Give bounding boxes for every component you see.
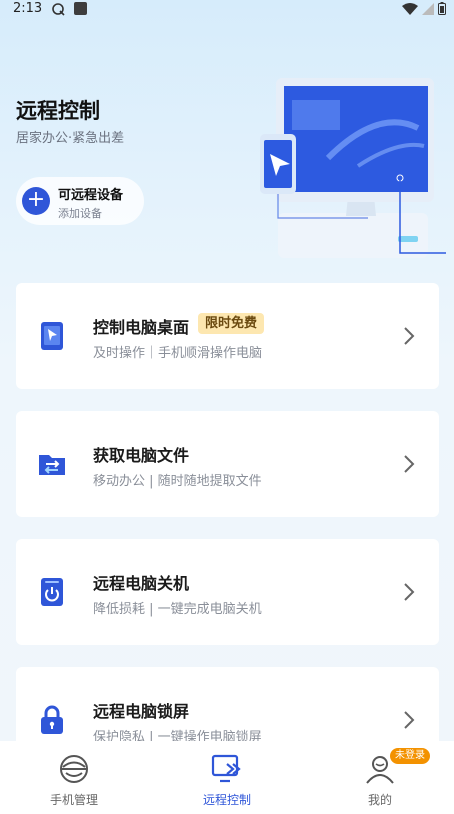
- nav-label: 远程控制: [202, 793, 251, 807]
- status-time: 2:13: [13, 1, 43, 16]
- page-subtitle: 居家办公·紧急出差: [16, 131, 125, 146]
- power-icon: [41, 578, 63, 606]
- control-desktop-card[interactable]: 控制电脑桌面 限时免费 及时操作｜手机顺滑操作电脑: [16, 283, 439, 389]
- device-pill-title: 可远程设备: [58, 188, 124, 203]
- lock-icon: [41, 705, 63, 734]
- nav-label: 我的: [367, 793, 392, 807]
- remote-shutdown-card[interactable]: 远程电脑关机 降低损耗 | 一键完成电脑关机: [16, 539, 439, 645]
- chevron-right-icon: [404, 455, 415, 473]
- card-title: 获取电脑文件: [93, 446, 190, 465]
- card-title: 远程电脑关机: [93, 574, 190, 593]
- free-badge: 限时免费: [198, 313, 265, 334]
- wifi-icon: [402, 2, 418, 15]
- status-bar: 2:13: [0, 0, 454, 20]
- nav-remote-control[interactable]: 远程控制: [167, 741, 287, 814]
- remote-control-icon: [211, 754, 241, 783]
- nav-phone-manage[interactable]: 手机管理: [14, 741, 134, 814]
- chevron-right-icon: [404, 711, 415, 729]
- battery-icon: [438, 2, 446, 15]
- page-title: 远程控制: [16, 99, 100, 123]
- nav-label: 手机管理: [49, 793, 98, 807]
- card-desc: 移动办公 | 随时随地提取文件: [93, 474, 262, 489]
- tablet-pointer-icon: [41, 322, 63, 350]
- notification-icon: [74, 2, 87, 15]
- login-status-badge: 未登录: [390, 748, 430, 764]
- chevron-right-icon: [404, 583, 415, 601]
- card-title: 控制电脑桌面: [93, 318, 190, 337]
- computer-illustration: [260, 78, 446, 258]
- remote-lock-card[interactable]: 远程电脑锁屏 保护隐私 | 一键操作电脑锁屏: [16, 667, 439, 747]
- device-pill-subtitle: 添加设备: [58, 207, 102, 220]
- chevron-right-icon: [404, 327, 415, 345]
- card-desc: 及时操作｜手机顺滑操作电脑: [93, 346, 263, 361]
- folder-transfer-icon: [39, 455, 65, 475]
- card-title: 远程电脑锁屏: [93, 702, 190, 721]
- nav-profile[interactable]: 未登录 我的: [320, 741, 440, 814]
- get-files-card[interactable]: 获取电脑文件 移动办公 | 随时随地提取文件: [16, 411, 439, 517]
- data-saver-icon: [52, 3, 65, 16]
- phone-manage-icon: [60, 755, 88, 783]
- plus-icon: +: [22, 187, 50, 215]
- signal-icon: [422, 2, 434, 15]
- card-desc: 降低损耗 | 一键完成电脑关机: [93, 602, 262, 617]
- bottom-nav: 手机管理 远程控制 未登录 我的: [0, 741, 454, 814]
- add-device-button[interactable]: + 可远程设备 添加设备: [16, 177, 144, 225]
